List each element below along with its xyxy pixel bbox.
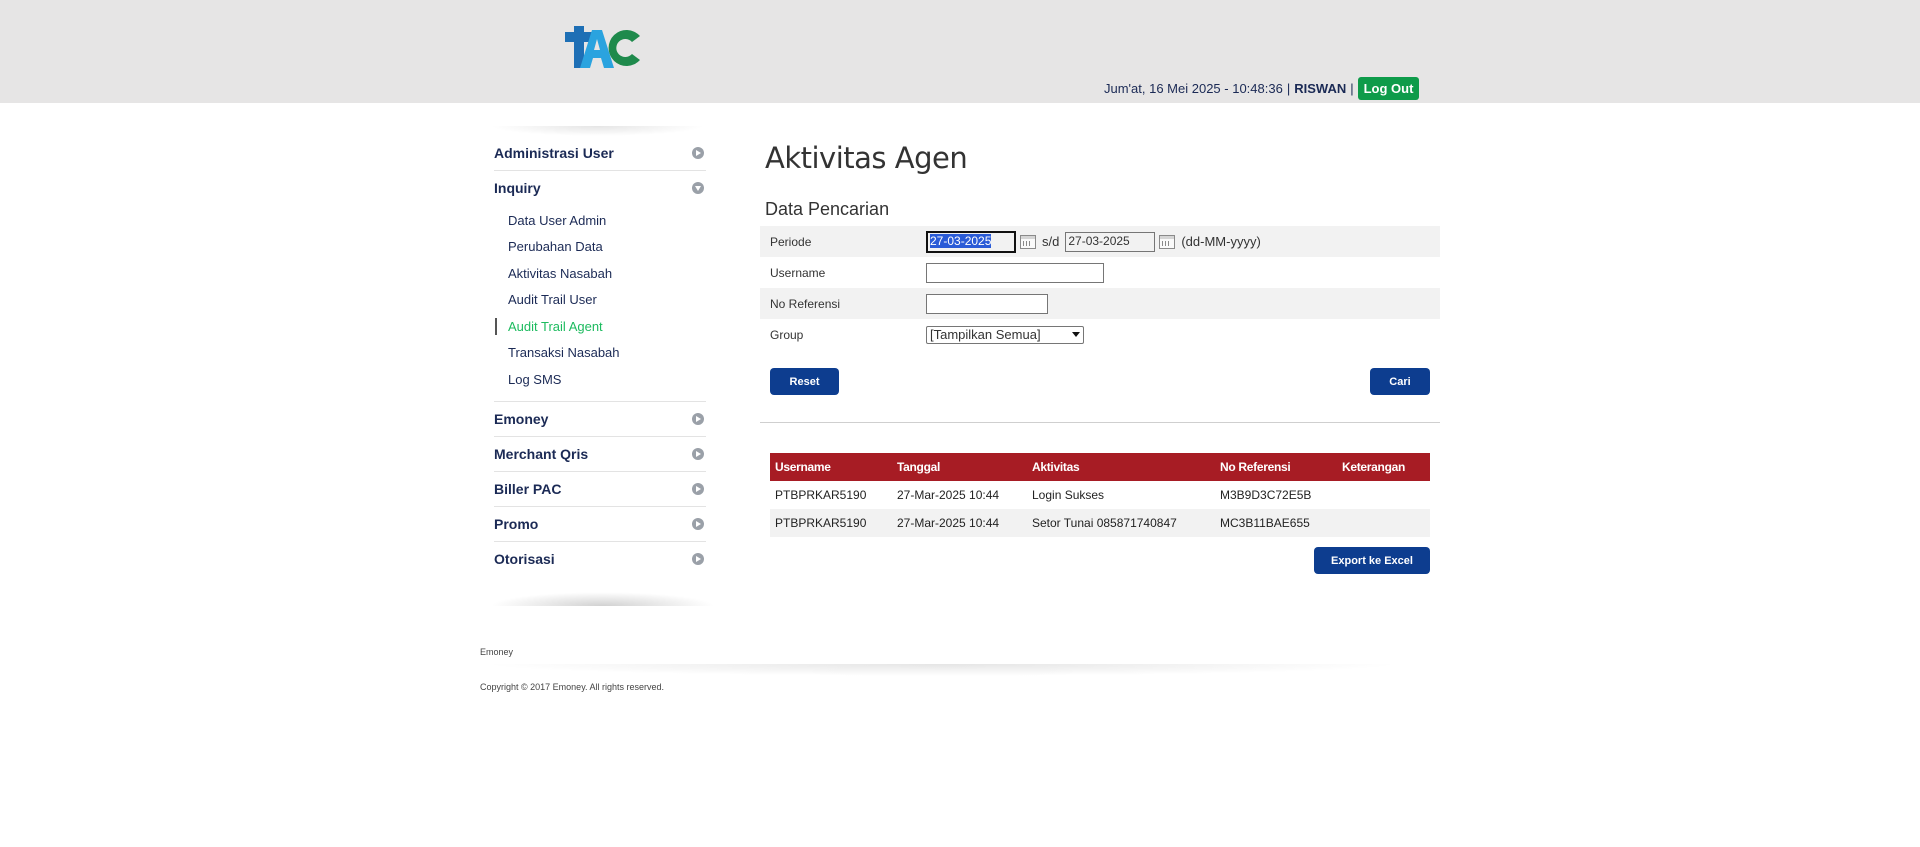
sidebar-item-biller-pac[interactable]: Biller PAC [494, 472, 706, 507]
section-title: Data Pencarian [765, 199, 890, 219]
pac-logo[interactable] [562, 22, 652, 72]
chevron-right-icon [692, 482, 704, 495]
datetime-text: Jum'at, 16 Mei 2025 - 10:48:36 [1104, 80, 1283, 96]
header-bar: Jum'at, 16 Mei 2025 - 10:48:36 | RISWAN … [0, 0, 1920, 103]
group-select[interactable]: [Tampilkan Semua] [926, 325, 1084, 344]
cell-no-referensi: MC3B11BAE655 [1215, 509, 1337, 537]
table-header-row: Username Tanggal Aktivitas No Referensi … [770, 453, 1430, 481]
group-field: [Tampilkan Semua] [926, 325, 1084, 344]
sidebar-item-label: Inquiry [494, 180, 541, 196]
cell-tanggal: 27-Mar-2025 10:44 [892, 509, 1027, 537]
col-keterangan: Keterangan [1337, 453, 1430, 481]
date-from-input[interactable]: 27-03-2025 [926, 230, 1016, 253]
username-input[interactable] [926, 262, 1104, 283]
copyright-text: Copyright © 2017 Emoney. All rights rese… [480, 682, 665, 692]
chevron-down-icon [1072, 332, 1080, 337]
chevron-right-icon [692, 447, 704, 460]
sidebar-menu: Administrasi User Inquiry Data User Admi… [494, 136, 706, 576]
sidebar-item-merchant-qris[interactable]: Merchant Qris [494, 437, 706, 472]
submenu-audit-trail-agent[interactable]: Audit Trail Agent [494, 313, 706, 340]
sidebar-item-label: Promo [494, 515, 539, 532]
separator: | [1286, 80, 1291, 96]
submenu-perubahan-data[interactable]: Perubahan Data [494, 234, 706, 261]
sidebar-item-promo[interactable]: Promo [494, 507, 706, 542]
footer-label: Emoney [480, 647, 514, 657]
sidebar-item-otorisasi[interactable]: Otorisasi [494, 542, 706, 576]
cell-username: PTBPRKAR5190 [775, 488, 867, 502]
noref-input[interactable] [926, 293, 1048, 314]
results-table: Username Tanggal Aktivitas No Referensi … [770, 453, 1430, 537]
footer-divider [480, 664, 1405, 676]
sidebar-shadow [490, 126, 705, 136]
date-from-value: 27-03-2025 [930, 233, 992, 248]
submenu-transaksi-nasabah[interactable]: Transaksi Nasabah [494, 340, 706, 367]
chevron-down-icon [692, 182, 704, 194]
group-label: Group [770, 327, 804, 342]
form-row-username: Username [760, 257, 1440, 288]
cell-username: PTBPRKAR5190 [770, 509, 892, 537]
username-label: Username [770, 265, 826, 280]
cell-no-referensi: M3B9D3C72E5B [1220, 488, 1312, 502]
logout-button[interactable]: Log Out [1357, 76, 1420, 100]
col-tanggal: Tanggal [892, 453, 1027, 481]
calendar-icon[interactable] [1020, 234, 1036, 249]
chevron-right-icon [692, 552, 704, 565]
col-aktivitas: Aktivitas [1027, 453, 1215, 481]
reset-button[interactable]: Reset [770, 368, 839, 395]
export-excel-button[interactable]: Export ke Excel [1314, 547, 1430, 574]
submenu-data-user-admin[interactable]: Data User Admin [494, 207, 706, 234]
calendar-icon[interactable] [1159, 234, 1176, 249]
col-username: Username [770, 453, 892, 481]
cell-aktivitas: Setor Tunai 085871740847 [1027, 509, 1215, 537]
submenu-audit-trail-user[interactable]: Audit Trail User [494, 287, 706, 314]
sidebar-item-inquiry[interactable]: Inquiry [494, 171, 706, 205]
sd-label: s/d [1042, 234, 1060, 249]
divider [760, 422, 1440, 423]
sidebar-item-label: Emoney [494, 410, 549, 427]
page-title: Aktivitas Agen [765, 141, 968, 175]
sidebar-item-emoney[interactable]: Emoney [494, 402, 706, 437]
table-row: PTBPRKAR5190 27-Mar-2025 10:44 Setor Tun… [770, 509, 1430, 537]
form-row-group: Group [Tampilkan Semua] [760, 319, 1440, 350]
periode-field: 27-03-2025 s/d 27-03-2025 (dd-MM-yyyy) [926, 230, 1261, 253]
cell-keterangan [1337, 509, 1430, 537]
cell-keterangan [1337, 481, 1430, 509]
sidebar-item-label: Merchant Qris [494, 445, 589, 462]
search-form: Periode 27-03-2025 s/d 27-03-2025 (dd-MM… [760, 226, 1440, 350]
date-format-hint: (dd-MM-yyyy) [1181, 234, 1261, 249]
sidebar-item-label: Biller PAC [494, 480, 562, 497]
chevron-right-icon [692, 517, 704, 530]
noref-label: No Referensi [770, 296, 841, 311]
sidebar-item-label: Administrasi User [494, 145, 614, 161]
chevron-right-icon [692, 412, 704, 425]
group-selected-value: [Tampilkan Semua] [930, 327, 1041, 342]
form-row-noref: No Referensi [760, 288, 1440, 319]
table-row: PTBPRKAR5190 27-Mar-2025 10:44 Login Suk… [770, 481, 1430, 509]
search-button[interactable]: Cari [1370, 368, 1430, 395]
separator: | [1350, 80, 1354, 96]
username-field [926, 262, 1104, 283]
sidebar-shadow [490, 592, 715, 606]
inquiry-submenu: Data User Admin Perubahan Data Aktivitas… [494, 205, 706, 402]
cell-tanggal: 27-Mar-2025 10:44 [897, 488, 1000, 502]
sidebar-item-label: Otorisasi [494, 550, 555, 567]
date-to-input[interactable]: 27-03-2025 [1065, 231, 1156, 252]
cell-aktivitas: Login Sukses [1032, 488, 1105, 502]
chevron-right-icon [692, 147, 704, 159]
username-text: RISWAN [1294, 80, 1347, 96]
noref-field [926, 293, 1048, 314]
sidebar-item-administrasi-user[interactable]: Administrasi User [494, 136, 706, 171]
header-info: Jum'at, 16 Mei 2025 - 10:48:36 | RISWAN … [1104, 76, 1420, 100]
submenu-aktivitas-nasabah[interactable]: Aktivitas Nasabah [494, 260, 706, 287]
periode-label: Periode [770, 234, 812, 249]
col-no-referensi: No Referensi [1215, 453, 1337, 481]
form-row-periode: Periode 27-03-2025 s/d 27-03-2025 (dd-MM… [760, 226, 1440, 257]
submenu-log-sms[interactable]: Log SMS [494, 366, 706, 393]
